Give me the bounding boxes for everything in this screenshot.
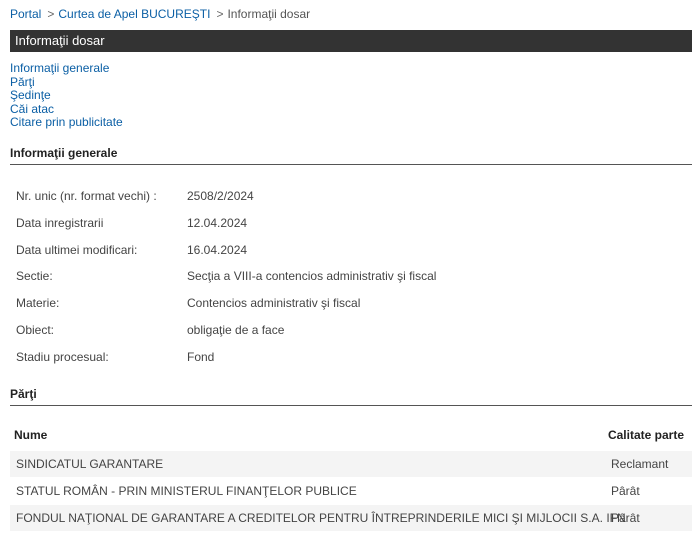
section-title-parti: Părţi (10, 387, 692, 406)
breadcrumb-portal-link[interactable]: Portal (10, 7, 41, 21)
info-label: Data inregistrarii (16, 216, 104, 230)
info-value: Secţia a VIII-a contencios administrativ… (187, 269, 437, 283)
party-name: FONDUL NAŢIONAL DE GARANTARE A CREDITELO… (16, 511, 626, 525)
nav-link-sedinte[interactable]: Şedinţe (10, 88, 123, 103)
info-row: Data inregistrarii 12.04.2024 (16, 215, 247, 231)
section-nav: Informaţii generale Părţi Şedinţe Căi at… (10, 61, 123, 130)
info-value: Fond (187, 350, 215, 364)
info-label: Data ultimei modificari: (16, 243, 138, 257)
info-row: Data ultimei modificari: 16.04.2024 (16, 242, 247, 258)
breadcrumb-current: Informaţii dosar (227, 7, 311, 21)
info-label: Sectie: (16, 269, 53, 283)
info-value: Contencios administrativ şi fiscal (187, 296, 361, 310)
info-row: Materie: Contencios administrativ şi fisc… (16, 295, 360, 311)
table-row: FONDUL NAŢIONAL DE GARANTARE A CREDITELO… (10, 505, 692, 531)
info-value: 12.04.2024 (187, 216, 248, 230)
info-row: Obiect: obligaţie de a face (16, 322, 284, 338)
info-value: obligaţie de a face (187, 323, 285, 337)
page-title: Informaţii dosar (10, 30, 692, 52)
breadcrumb: Portal > Curtea de Apel BUCUREŞTI > Informaţ… (10, 7, 310, 21)
info-label: Obiect: (16, 323, 55, 337)
party-role: Reclamant (611, 457, 669, 471)
info-label: Stadiu procesual: (16, 350, 109, 364)
parti-table-header: Nume Calitate parte (14, 428, 690, 442)
nav-link-citare[interactable]: Citare prin publicitate (10, 115, 123, 130)
nav-link-parti[interactable]: Părţi (10, 75, 123, 90)
info-label: Nr. unic (nr. format vechi) : (16, 189, 157, 203)
party-name: STATUL ROMÂN - PRIN MINISTERUL FINANŢELO… (16, 484, 357, 498)
column-header-nume: Nume (14, 428, 48, 442)
table-row: SINDICATUL GARANTARE Reclamant (10, 451, 692, 477)
info-value: 2508/2/2024 (187, 189, 254, 203)
party-role: Pârât (611, 511, 640, 525)
breadcrumb-separator: > (47, 7, 55, 21)
section-title-general: Informaţii generale (10, 146, 692, 165)
info-label: Materie: (16, 296, 60, 310)
info-row: Nr. unic (nr. format vechi) : 2508/2/2024 (16, 188, 254, 204)
info-row: Sectie: Secţia a VIII-a contencios admini… (16, 268, 436, 284)
table-row: STATUL ROMÂN - PRIN MINISTERUL FINANŢELO… (10, 478, 692, 504)
column-header-calitate: Calitate parte (607, 428, 684, 442)
nav-link-informatii-generale[interactable]: Informaţii generale (10, 61, 123, 76)
info-row: Stadiu procesual: Fond (16, 349, 214, 365)
party-name: SINDICATUL GARANTARE (16, 457, 164, 471)
breadcrumb-separator: > (216, 7, 224, 21)
breadcrumb-court-link[interactable]: Curtea de Apel BUCUREŞTI (58, 7, 210, 21)
party-role: Pârât (611, 484, 640, 498)
nav-link-cai-atac[interactable]: Căi atac (10, 102, 123, 117)
info-value: 16.04.2024 (187, 243, 248, 257)
